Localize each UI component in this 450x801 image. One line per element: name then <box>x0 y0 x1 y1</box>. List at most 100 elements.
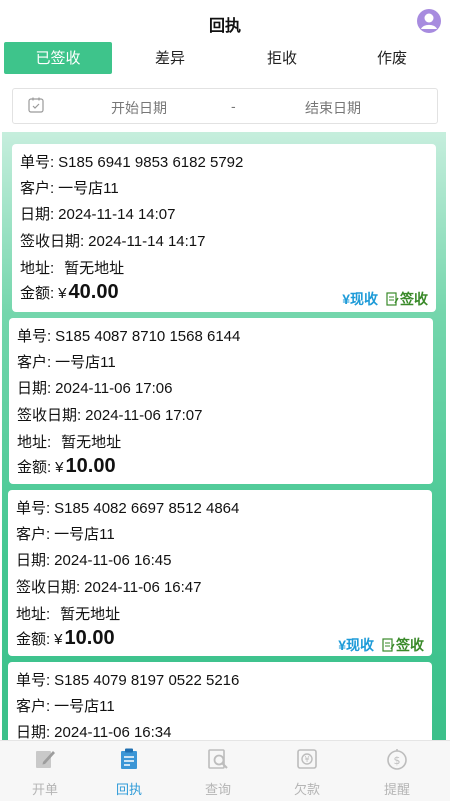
order-date: 2024-11-06 16:45 <box>54 552 172 569</box>
customer-row: 客户: 一号店11 <box>20 177 119 198</box>
receipt-icon <box>121 748 137 769</box>
header: 回执 <box>0 0 450 42</box>
card-actions: ¥现收 签收 <box>342 289 428 309</box>
currency-symbol: ¥ <box>55 459 64 476</box>
signed-date-row: 签收日期: 2024-11-06 17:07 <box>17 404 203 425</box>
customer-name: 一号店11 <box>58 180 119 197</box>
tab-voided[interactable]: 作废 <box>338 42 446 74</box>
order-number: S185 4079 8197 0522 5216 <box>54 672 240 689</box>
sign-label: 签收 <box>400 291 428 307</box>
address-row: 地址: 暂无地址 <box>16 603 120 624</box>
order-label: 单号: <box>16 500 51 517</box>
svg-text:¥: ¥ <box>304 755 309 764</box>
signed-date-row: 签收日期: 2024-11-14 14:17 <box>20 230 206 251</box>
order-date: 2024-11-06 16:34 <box>54 724 172 740</box>
address-row: 地址: 暂无地址 <box>17 431 121 452</box>
nav-receipt[interactable]: 回执 <box>84 741 174 801</box>
signed-date-row: 签收日期: 2024-11-06 16:47 <box>16 576 202 597</box>
signed-date-label: 签收日期: <box>17 407 82 424</box>
amount-label: 金额: <box>16 631 51 648</box>
receipt-card[interactable]: 单号: S185 4079 8197 0522 5216 客户: 一号店11 日期:… <box>8 662 432 740</box>
tab-rejected[interactable]: 拒收 <box>228 42 336 74</box>
date-label: 日期: <box>17 380 52 397</box>
customer-label: 客户: <box>16 526 51 543</box>
sign-button[interactable]: 签收 <box>382 637 424 653</box>
amount-value: 10.00 <box>64 627 115 649</box>
nav-label: 回执 <box>115 782 142 797</box>
order-label: 单号: <box>17 328 52 345</box>
date-separator: - <box>231 98 236 114</box>
nav-reminder[interactable]: $ 提醒 <box>352 741 442 801</box>
nav-label: 查询 <box>204 782 231 797</box>
customer-label: 客户: <box>20 180 55 197</box>
signed-date: 2024-11-06 16:47 <box>84 579 202 596</box>
customer-label: 客户: <box>16 698 51 715</box>
customer-row: 客户: 一号店11 <box>16 695 115 716</box>
customer-name: 一号店11 <box>55 354 116 371</box>
date-row: 日期: 2024-11-06 16:45 <box>16 549 172 570</box>
customer-label: 客户: <box>17 354 52 371</box>
amount-value: 40.00 <box>68 281 119 303</box>
order-number: S185 4082 6697 8512 4864 <box>54 500 240 517</box>
date-row: 日期: 2024-11-14 14:07 <box>20 203 176 224</box>
user-avatar-icon[interactable] <box>416 8 442 34</box>
date-label: 日期: <box>16 552 51 569</box>
date-row: 日期: 2024-11-06 16:34 <box>16 721 172 740</box>
amount-row: 金额: ¥40.00 <box>20 281 119 304</box>
amount-label: 金额: <box>17 459 52 476</box>
sign-doc-icon <box>386 292 399 306</box>
signed-date: 2024-11-06 17:07 <box>85 407 203 424</box>
nav-label: 开单 <box>31 782 58 797</box>
nav-label: 欠款 <box>293 782 320 797</box>
receipt-card[interactable]: 单号: S185 6941 9853 6182 5792 客户: 一号店11 日期:… <box>12 144 436 312</box>
currency-symbol: ¥ <box>58 285 67 302</box>
sign-doc-icon <box>382 638 395 652</box>
order-date: 2024-11-14 14:07 <box>58 206 176 223</box>
cash-collect-button[interactable]: ¥现收 <box>338 637 374 653</box>
bottom-nav: 开单 回执 查询 ¥ 欠款 $ 提醒 <box>0 740 450 801</box>
receipt-list[interactable]: 单号: S185 6941 9853 6182 5792 客户: 一号店11 日期:… <box>2 132 446 740</box>
customer-row: 客户: 一号店11 <box>16 523 115 544</box>
calendar-icon <box>28 97 44 113</box>
cash-collect-button[interactable]: ¥现收 <box>342 291 378 307</box>
amount-row: 金额: ¥10.00 <box>17 455 116 478</box>
order-row: 单号: S185 4082 6697 8512 4864 <box>16 497 239 518</box>
amount-label: 金额: <box>20 285 55 302</box>
customer-name: 一号店11 <box>54 526 115 543</box>
amount-value: 10.00 <box>65 455 116 477</box>
receipt-card[interactable]: 单号: S185 4082 6697 8512 4864 客户: 一号店11 日期:… <box>8 490 432 656</box>
address-label: 地址: <box>16 606 51 623</box>
tab-difference[interactable]: 差异 <box>116 42 224 74</box>
address-label: 地址: <box>17 434 52 451</box>
date-label: 日期: <box>16 724 51 740</box>
end-date-field[interactable]: 结束日期 <box>305 98 361 118</box>
order-row: 单号: S185 4087 8710 1568 6144 <box>17 325 240 346</box>
date-label: 日期: <box>20 206 55 223</box>
card-actions: ¥现收 签收 <box>338 635 424 655</box>
tab-signed[interactable]: 已签收 <box>4 42 112 74</box>
start-date-field[interactable]: 开始日期 <box>111 98 167 118</box>
customer-name: 一号店11 <box>54 698 115 715</box>
order-number: S185 6941 9853 6182 5792 <box>58 154 244 171</box>
address-value: 暂无地址 <box>61 434 122 451</box>
address-value: 暂无地址 <box>60 606 121 623</box>
date-range-filter[interactable]: 开始日期 - 结束日期 <box>12 88 438 124</box>
amount-row: 金额: ¥10.00 <box>16 627 115 650</box>
nav-debt[interactable]: ¥ 欠款 <box>262 741 352 801</box>
nav-create-order[interactable]: 开单 <box>0 741 90 801</box>
edit-icon <box>36 751 55 768</box>
sign-button[interactable]: 签收 <box>386 291 428 307</box>
status-tabs: 已签收 差异 拒收 作废 <box>0 42 450 76</box>
order-row: 单号: S185 6941 9853 6182 5792 <box>20 151 243 172</box>
nav-query[interactable]: 查询 <box>173 741 263 801</box>
address-row: 地址: 暂无地址 <box>20 257 124 278</box>
order-date: 2024-11-06 17:06 <box>55 380 173 397</box>
signed-date-label: 签收日期: <box>16 579 81 596</box>
order-number: S185 4087 8710 1568 6144 <box>55 328 241 345</box>
signed-date-label: 签收日期: <box>20 233 85 250</box>
debt-icon: ¥ <box>297 749 317 769</box>
order-row: 单号: S185 4079 8197 0522 5216 <box>16 669 239 690</box>
receipt-card[interactable]: 单号: S185 4087 8710 1568 6144 客户: 一号店11 日期:… <box>9 318 433 484</box>
sign-label: 签收 <box>396 637 424 653</box>
order-label: 单号: <box>16 672 51 689</box>
